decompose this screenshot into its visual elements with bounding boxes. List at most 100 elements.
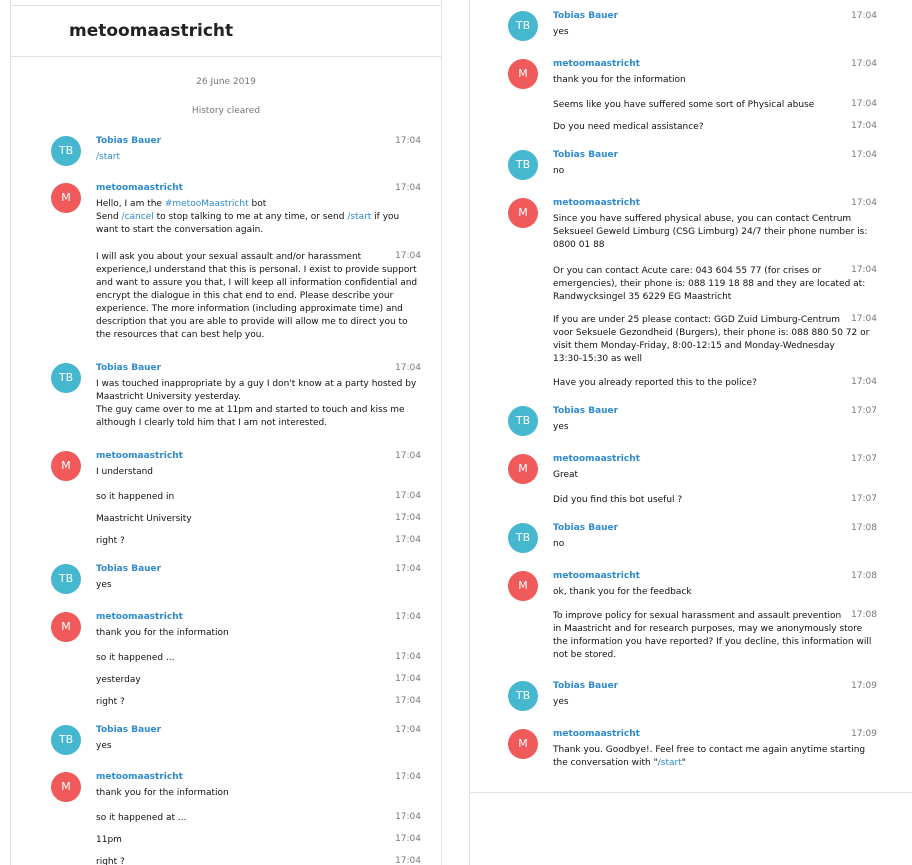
message-text: voor Seksuele Gezondheid (Burgers), thei… [553,327,873,340]
avatar[interactable]: M [51,612,81,642]
message-text-segment: to stop talking to me at any time, or se… [153,212,348,222]
message-time: 17:08 [851,571,877,581]
sender-name[interactable]: metoomaastricht [96,183,183,193]
message-text-segment: the information you have reported? If yo… [553,637,872,647]
avatar[interactable]: TB [508,523,538,553]
avatar[interactable]: TB [51,564,81,594]
message-text: 11pm [96,834,426,847]
message-time: 17:04 [395,564,421,574]
message-text: yes [96,740,426,753]
message-text-segment: Great [553,470,579,480]
message-text: Seems like you have suffered some sort o… [553,99,873,112]
message-text: Did you find this bot useful ? [553,494,873,507]
message-text: yes [96,579,426,592]
message-text: 0800 01 88 [553,239,873,252]
message-text-segment: experience,I understand that this is per… [96,265,417,275]
message-text-segment: right ? [96,857,125,865]
message-text-segment: although I clearly told him that I am no… [96,418,328,428]
message-text-segment: right ? [96,697,125,707]
avatar[interactable]: M [51,772,81,802]
message-text: Great [553,469,873,482]
sender-name[interactable]: metoomaastricht [553,571,640,581]
sender-name[interactable]: Tobias Bauer [96,725,161,735]
avatar[interactable]: TB [508,406,538,436]
avatar[interactable]: M [51,183,81,213]
message-text: Since you have suffered physical abuse, … [553,213,873,226]
message-text: no [553,165,873,178]
message-text-segment: the conversation with " [553,758,658,768]
message-text: so it happened ... [96,652,426,665]
message-text-segment: yes [553,27,569,37]
message-text-segment: and want to assure you that, I will keep… [96,278,418,288]
message-time: 17:04 [395,772,421,782]
avatar[interactable]: M [508,59,538,89]
message-text-segment: If you are under 25 please contact: GGD … [553,315,841,325]
avatar[interactable]: M [51,451,81,481]
message-time: 17:07 [851,454,877,464]
message-time: 17:04 [395,136,421,146]
sender-name[interactable]: metoomaastricht [553,454,640,464]
message-text: visit them Monday-Friday, 8:00-12:15 and… [553,340,873,353]
message-text: the resources that can best help you. [96,329,426,342]
command-link[interactable]: /start [658,758,682,768]
avatar[interactable]: TB [508,11,538,41]
message-text-segment: Have you already reported this to the po… [553,378,757,388]
command-link[interactable]: /start [347,212,371,222]
avatar[interactable]: M [508,454,538,484]
message-text-segment: no [553,539,565,549]
sender-name[interactable]: Tobias Bauer [553,150,618,160]
message-text-segment: so it happened in [96,492,175,502]
message-time: 17:04 [395,725,421,735]
chat-panel-left: metoomaastricht 26 June 2019 History cle… [10,0,442,865]
avatar[interactable]: M [508,571,538,601]
sender-name[interactable]: metoomaastricht [553,729,640,739]
history-cleared-note: History cleared [191,106,261,116]
message-time: 17:04 [851,11,877,21]
sender-name[interactable]: Tobias Bauer [553,11,618,21]
sender-name[interactable]: metoomaastricht [96,451,183,461]
sender-name[interactable]: Tobias Bauer [96,363,161,373]
message-text-segment: yes [96,741,112,751]
avatar[interactable]: TB [508,150,538,180]
sender-name[interactable]: Tobias Bauer [96,136,161,146]
command-link[interactable]: #metooMaastricht [165,199,249,209]
message-text: ok, thank you for the feedback [553,586,873,599]
sender-name[interactable]: Tobias Bauer [96,564,161,574]
message-text: To improve policy for sexual harassment … [553,610,873,623]
command-link[interactable]: /cancel [122,212,154,222]
message-text-segment: 0800 01 88 [553,240,605,250]
message-text-segment: Randwycksingel 35 6229 EG Maastricht [553,292,732,302]
message-text: /start [96,151,426,164]
avatar[interactable]: M [508,729,538,759]
message-text: Do you need medical assistance? [553,121,873,134]
sender-name[interactable]: Tobias Bauer [553,681,618,691]
message-text: thank you for the information [96,627,426,640]
message-text: The guy came over to me at 11pm and star… [96,404,426,417]
message-time: 17:04 [851,59,877,69]
message-text: so it happened at ... [96,812,426,825]
sender-name[interactable]: metoomaastricht [553,59,640,69]
sender-name[interactable]: Tobias Bauer [553,406,618,416]
date-divider: 26 June 2019 [196,77,256,87]
message-text-segment: experience. The more information (includ… [96,304,403,314]
message-text-segment: not be stored. [553,650,617,660]
message-time: 17:09 [851,729,877,739]
message-text-segment: Maastricht University yesterday. [96,392,241,402]
sender-name[interactable]: metoomaastricht [96,772,183,782]
message-text: Or you can contact Acute care: 043 604 5… [553,265,873,278]
message-time: 17:04 [395,451,421,461]
sender-name[interactable]: Tobias Bauer [553,523,618,533]
message-text: the conversation with "/start" [553,757,873,770]
message-text-segment: Maastricht University [96,514,192,524]
avatar[interactable]: TB [508,681,538,711]
avatar[interactable]: TB [51,363,81,393]
command-link[interactable]: /start [96,152,120,162]
message-text: Seksueel Geweld Limburg (CSG Limburg) 24… [553,226,873,239]
message-text: Randwycksingel 35 6229 EG Maastricht [553,291,873,304]
sender-name[interactable]: metoomaastricht [553,198,640,208]
avatar[interactable]: M [508,198,538,228]
sender-name[interactable]: metoomaastricht [96,612,183,622]
avatar[interactable]: TB [51,136,81,166]
avatar[interactable]: TB [51,725,81,755]
message-text-segment: I understand [96,467,154,477]
